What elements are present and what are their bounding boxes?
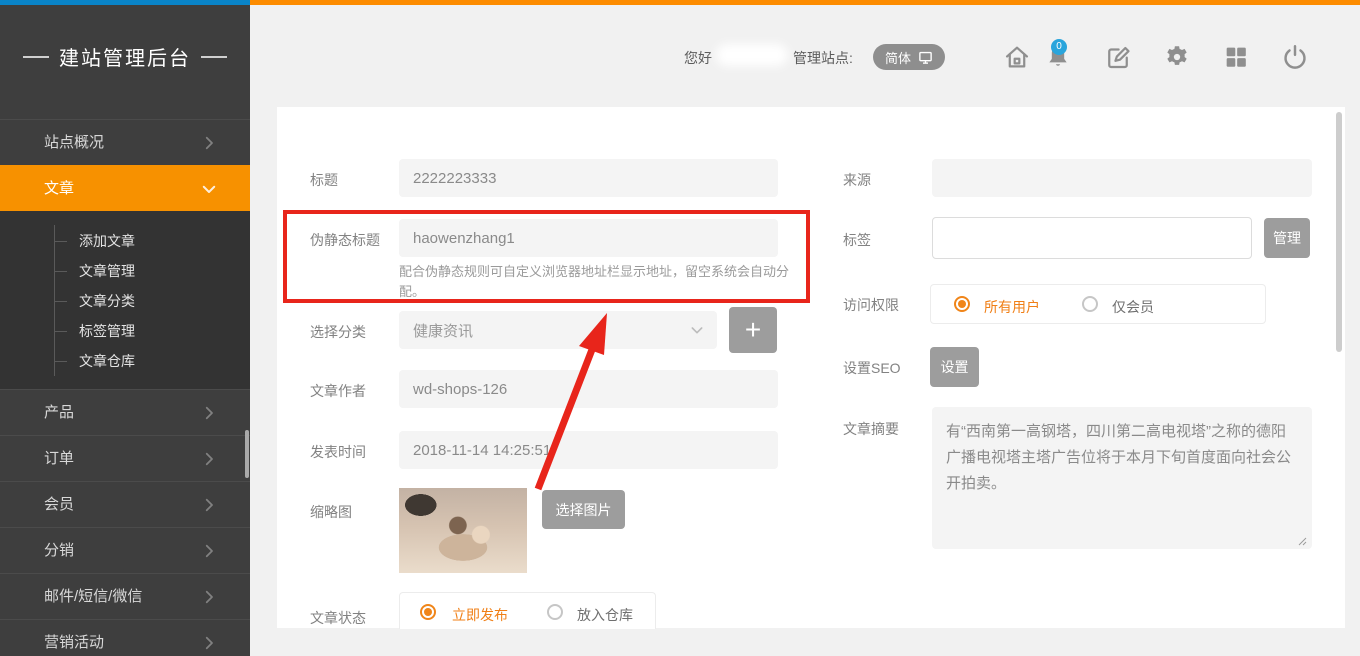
access-option-all-users-label[interactable]: 所有用户 (984, 297, 1040, 317)
access-options-box (930, 284, 1266, 324)
sidebar-item-label: 站点概况 (44, 134, 104, 151)
logo-dash-left (23, 56, 49, 58)
access-label: 访问权限 (843, 295, 899, 315)
author-label: 文章作者 (310, 381, 366, 401)
topbar-blue-strip (0, 0, 250, 5)
chevron-right-icon (200, 450, 218, 468)
source-label: 来源 (843, 170, 871, 190)
status-radio-warehouse[interactable] (547, 604, 563, 620)
category-label: 选择分类 (310, 322, 366, 342)
manage-site-label: 管理站点: (793, 48, 853, 68)
subitem-label: 标签管理 (79, 323, 135, 339)
sidebar-menu: 站点概况 文章 添加文章 文章管理 文章分类 标签管理 文章仓库 产品 订单 (0, 119, 250, 656)
author-input[interactable] (399, 370, 778, 408)
power-icon[interactable] (1281, 43, 1309, 71)
summary-textarea[interactable]: 有“西南第一高钢塔，四川第二高电视塔”之称的德阳广播电视塔主塔广告位将于本月下旬… (932, 407, 1312, 549)
logo-dash-right (201, 56, 227, 58)
edit-icon[interactable] (1104, 43, 1132, 71)
gear-icon[interactable] (1163, 43, 1191, 71)
sidebar-item-products[interactable]: 产品 (0, 389, 250, 435)
sidebar-subitem-tag-manage[interactable]: 标签管理 (0, 316, 250, 346)
chevron-right-icon (200, 542, 218, 560)
sidebar-item-label: 文章 (44, 180, 74, 197)
home-icon[interactable] (1003, 43, 1031, 71)
chevron-down-icon (689, 322, 705, 338)
chevron-right-icon (200, 404, 218, 422)
access-radio-all-users[interactable] (954, 296, 970, 312)
subitem-label: 文章仓库 (79, 353, 135, 369)
sidebar-subitem-article-category[interactable]: 文章分类 (0, 286, 250, 316)
sidebar-item-label: 营销活动 (44, 634, 104, 651)
resize-handle-icon[interactable] (1297, 536, 1307, 546)
status-radio-publish[interactable] (420, 604, 436, 620)
chevron-right-icon (200, 588, 218, 606)
sidebar-item-mail-sms-wechat[interactable]: 邮件/短信/微信 (0, 573, 250, 619)
subitem-label: 文章分类 (79, 293, 135, 309)
sidebar-item-marketing[interactable]: 营销活动 (0, 619, 250, 656)
language-pill-button[interactable]: 简体 (873, 44, 945, 70)
status-label: 文章状态 (310, 608, 366, 628)
sidebar-item-label: 订单 (44, 450, 74, 467)
add-category-button[interactable]: + (729, 307, 777, 353)
sidebar-item-label: 产品 (44, 404, 74, 421)
category-select[interactable]: 健康资讯 (399, 311, 717, 349)
chevron-right-icon (200, 496, 218, 514)
greeting-text: 您好 (684, 48, 712, 68)
app-logo-text: 建站管理后台 (59, 42, 191, 71)
thumbnail-label: 缩略图 (310, 502, 352, 522)
sidebar-subitem-article-manage[interactable]: 文章管理 (0, 256, 250, 286)
notification-badge: 0 (1051, 39, 1067, 55)
source-input[interactable] (932, 159, 1312, 197)
sidebar-item-members[interactable]: 会员 (0, 481, 250, 527)
subitem-label: 文章管理 (79, 263, 135, 279)
panel-scrollbar[interactable] (1336, 112, 1342, 352)
tags-label: 标签 (843, 230, 871, 250)
sidebar-scrollbar[interactable] (245, 430, 249, 478)
manage-tags-button[interactable]: 管理 (1264, 218, 1310, 258)
admin-page: 建站管理后台 站点概况 文章 添加文章 文章管理 文章分类 标签管理 文章仓库 … (0, 0, 1360, 656)
choose-image-button[interactable]: 选择图片 (542, 490, 625, 529)
sidebar-item-label: 会员 (44, 496, 74, 513)
chevron-down-icon (200, 180, 218, 198)
sidebar-subitem-add-article[interactable]: 添加文章 (0, 226, 250, 256)
publish-time-label: 发表时间 (310, 442, 366, 462)
seo-settings-button[interactable]: 设置 (930, 347, 979, 387)
slug-input[interactable] (399, 219, 778, 257)
app-logo: 建站管理后台 (0, 42, 250, 71)
title-label: 标题 (310, 170, 338, 190)
slug-label: 伪静态标题 (310, 230, 380, 250)
sidebar-item-label: 邮件/短信/微信 (44, 588, 142, 605)
sidebar-item-articles[interactable]: 文章 (0, 165, 250, 211)
title-input[interactable] (399, 159, 778, 197)
access-option-members-only-label[interactable]: 仅会员 (1112, 297, 1154, 317)
access-radio-members-only[interactable] (1082, 296, 1098, 312)
chevron-right-icon (200, 134, 218, 152)
grid-icon[interactable] (1222, 43, 1250, 71)
chevron-right-icon (200, 634, 218, 652)
status-option-publish-label[interactable]: 立即发布 (452, 605, 508, 625)
username-redacted (716, 44, 788, 66)
monitor-icon (918, 50, 933, 65)
sidebar-articles-submenu: 添加文章 文章管理 文章分类 标签管理 文章仓库 (0, 211, 250, 389)
sidebar-item-orders[interactable]: 订单 (0, 435, 250, 481)
summary-label: 文章摘要 (843, 419, 899, 439)
sidebar: 建站管理后台 站点概况 文章 添加文章 文章管理 文章分类 标签管理 文章仓库 … (0, 0, 250, 656)
slug-help-text: 配合伪静态规则可自定义浏览器地址栏显示地址，留空系统会自动分配。 (399, 262, 811, 302)
seo-label: 设置SEO (843, 358, 901, 378)
language-pill-label: 简体 (885, 48, 911, 67)
category-selected-value: 健康资讯 (413, 320, 473, 341)
sidebar-subitem-article-warehouse[interactable]: 文章仓库 (0, 346, 250, 376)
subitem-label: 添加文章 (79, 233, 135, 249)
status-option-warehouse-label[interactable]: 放入仓库 (577, 605, 633, 625)
tags-input[interactable] (932, 217, 1252, 259)
sidebar-item-label: 分销 (44, 542, 74, 559)
sidebar-item-site-overview[interactable]: 站点概况 (0, 119, 250, 165)
publish-time-input[interactable] (399, 431, 778, 469)
sidebar-item-distribution[interactable]: 分销 (0, 527, 250, 573)
thumbnail-image[interactable] (399, 488, 527, 573)
topbar-orange-strip (250, 0, 1360, 5)
